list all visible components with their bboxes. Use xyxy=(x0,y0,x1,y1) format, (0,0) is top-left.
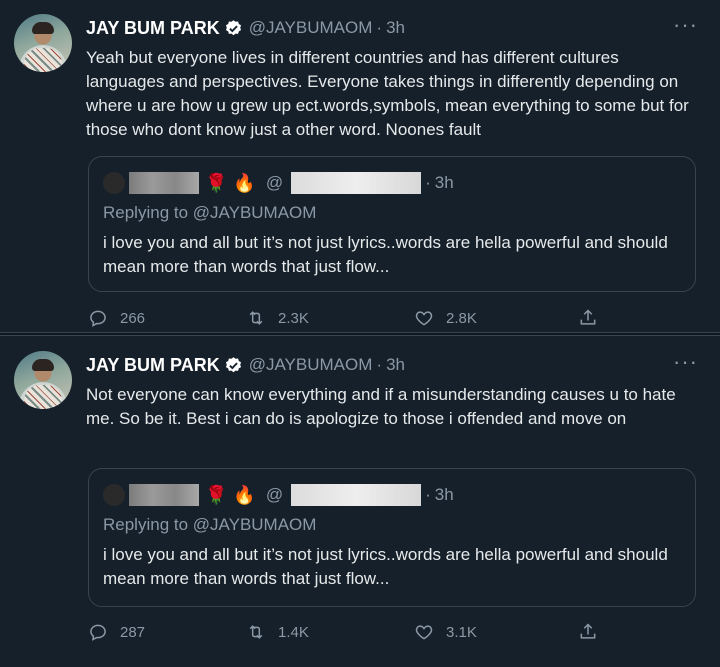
quoted-handle-prefix: @ xyxy=(265,485,284,504)
rose-emoji: 🌹 xyxy=(205,172,228,193)
retweet-icon xyxy=(249,625,263,639)
separator-dot: · xyxy=(376,355,383,374)
quoted-handle-prefix: @ xyxy=(265,173,284,192)
separator-dot: · xyxy=(376,18,383,37)
rose-emoji: 🌹 xyxy=(205,484,228,505)
redacted-name xyxy=(129,484,199,506)
reply-icon xyxy=(90,310,106,327)
like-count: 3.1K xyxy=(446,623,477,641)
retweet-button[interactable]: 2.3K xyxy=(246,308,309,328)
replying-to: Replying to @JAYBUMAOM xyxy=(103,203,317,222)
reply-icon xyxy=(90,624,106,641)
fire-emoji: 🔥 xyxy=(233,484,256,505)
avatar[interactable] xyxy=(14,351,72,409)
quoted-tweet[interactable]: 🌹 🔥 @ · 3h Replying to @JAYBUMAOM i love… xyxy=(88,468,696,607)
tweet[interactable]: JAY BUM PARK @JAYBUMAOM · 3h ··· Yeah bu… xyxy=(0,0,720,334)
redacted-handle xyxy=(291,484,422,506)
like-button[interactable]: 2.8K xyxy=(414,308,477,328)
heart-icon xyxy=(415,625,433,640)
retweet-count: 2.3K xyxy=(278,309,309,327)
verified-badge-icon xyxy=(225,356,241,372)
retweet-icon xyxy=(249,311,263,325)
reply-button[interactable]: 266 xyxy=(88,308,145,328)
avatar[interactable] xyxy=(14,14,72,72)
quoted-avatar xyxy=(103,484,125,506)
tweet-actions: 287 1.4K 3.1K xyxy=(88,622,608,646)
quoted-time: 3h xyxy=(434,173,454,192)
tweet-time[interactable]: 3h xyxy=(386,355,405,375)
reply-count: 266 xyxy=(120,309,146,327)
fire-emoji: 🔥 xyxy=(233,172,256,193)
like-button[interactable]: 3.1K xyxy=(414,622,477,642)
user-handle[interactable]: @JAYBUMAOM xyxy=(249,355,373,375)
replying-to: Replying to @JAYBUMAOM xyxy=(103,515,317,534)
quoted-tweet-header: 🌹 🔥 @ · 3h xyxy=(103,483,454,507)
reply-button[interactable]: 287 xyxy=(88,622,145,642)
share-icon xyxy=(580,623,596,639)
more-options-icon[interactable]: ··· xyxy=(673,14,698,36)
quoted-separator-dot: · xyxy=(425,485,431,504)
quoted-tweet[interactable]: 🌹 🔥 @ · 3h Replying to @JAYBUMAOM i love… xyxy=(88,156,696,292)
quoted-tweet-header: 🌹 🔥 @ · 3h xyxy=(103,171,454,195)
tweet-time[interactable]: 3h xyxy=(386,18,405,38)
redacted-handle xyxy=(291,172,422,194)
tweet-text: Yeah but everyone lives in different cou… xyxy=(86,48,689,139)
tweet-actions: 266 2.3K 2.8K xyxy=(88,308,608,332)
quoted-separator-dot: · xyxy=(425,173,431,192)
quoted-tweet-text: i love you and all but it’s not just lyr… xyxy=(103,233,668,276)
share-button[interactable] xyxy=(578,308,610,328)
quoted-tweet-text: i love you and all but it’s not just lyr… xyxy=(103,545,668,588)
share-button[interactable] xyxy=(578,622,610,642)
redacted-name xyxy=(129,172,199,194)
user-handle[interactable]: @JAYBUMAOM xyxy=(249,18,373,38)
like-count: 2.8K xyxy=(446,309,477,327)
reply-count: 287 xyxy=(120,623,146,641)
display-name[interactable]: JAY BUM PARK xyxy=(86,355,220,376)
quoted-time: 3h xyxy=(434,485,454,504)
tweet-divider xyxy=(0,332,720,336)
heart-icon xyxy=(415,311,433,326)
share-icon xyxy=(580,309,596,325)
tweet-header: JAY BUM PARK @JAYBUMAOM · 3h xyxy=(86,353,405,377)
display-name[interactable]: JAY BUM PARK xyxy=(86,18,220,39)
tweet-text: Not everyone can know everything and if … xyxy=(86,385,676,428)
more-options-icon[interactable]: ··· xyxy=(673,351,698,373)
retweet-count: 1.4K xyxy=(278,623,309,641)
tweet[interactable]: JAY BUM PARK @JAYBUMAOM · 3h ··· Not eve… xyxy=(0,337,720,667)
quoted-avatar xyxy=(103,172,125,194)
tweet-header: JAY BUM PARK @JAYBUMAOM · 3h xyxy=(86,16,405,40)
verified-badge-icon xyxy=(225,19,241,35)
retweet-button[interactable]: 1.4K xyxy=(246,622,309,642)
